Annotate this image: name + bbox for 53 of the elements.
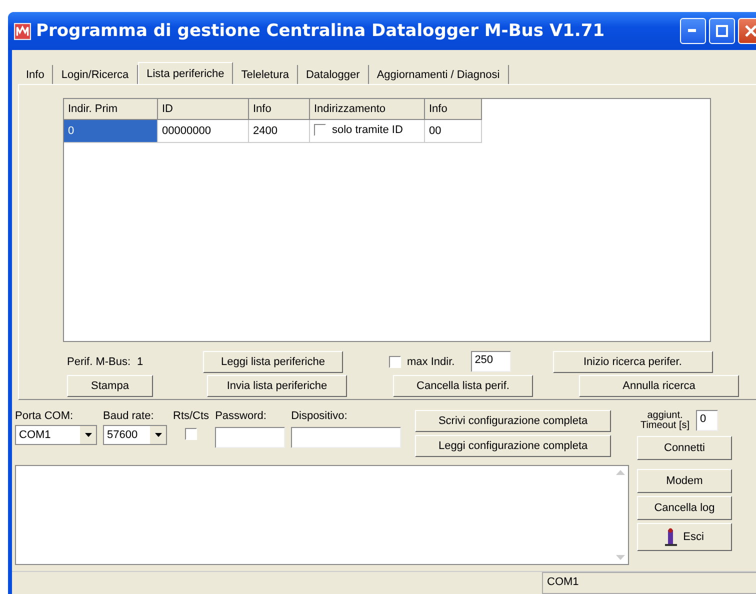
minimize-icon — [688, 29, 698, 33]
dropdown-arrow-icon — [154, 433, 162, 437]
exit-button[interactable]: Esci — [637, 523, 732, 551]
timeout-label: aggiunt. Timeout [s] — [639, 410, 691, 430]
window-title: Programma di gestione Centralina Datalogger M-Bus V1.71 — [36, 21, 606, 41]
rts-cts-label: Rts/Cts — [173, 410, 210, 422]
port-label: Porta COM: — [15, 410, 74, 422]
status-port: COM1 — [542, 572, 756, 594]
start-search-button[interactable]: Inizio ricerca perifer. — [552, 350, 713, 372]
read-list-button[interactable]: Leggi lista periferiche — [203, 350, 343, 372]
baud-rate-label: Baud rate: — [103, 410, 155, 422]
app-icon — [14, 22, 31, 40]
device-label: Dispositivo: — [291, 410, 348, 422]
port-dropdown[interactable]: COM1 — [15, 425, 97, 445]
column-header: Indirizzamento — [310, 99, 424, 120]
checkbox[interactable] — [389, 356, 401, 368]
side-button[interactable]: Connetti — [637, 436, 732, 460]
close-icon — [745, 25, 756, 37]
checkbox-label: solo tramite ID — [332, 124, 403, 136]
column-header: Info — [248, 99, 310, 120]
write-config-button[interactable]: Scrivi configurazione completa — [415, 410, 612, 432]
scroll-up-icon — [616, 470, 624, 475]
maximize-button[interactable] — [709, 18, 735, 44]
dropdown-arrow-icon — [84, 433, 92, 437]
password-label: Password: — [215, 410, 268, 422]
table-cell: 00 — [424, 120, 482, 142]
cancel-search-button[interactable]: Annulla ricerca — [579, 374, 739, 396]
device-count: 1 — [137, 356, 144, 368]
baud-rate-dropdown[interactable]: 57600 — [103, 425, 167, 445]
table-cell: 00000000 — [158, 120, 248, 142]
column-header: Info — [424, 99, 482, 120]
scroll-down-icon — [616, 555, 624, 560]
clear-list-button[interactable]: Cancella lista perif. — [393, 374, 533, 396]
password-field[interactable] — [215, 427, 286, 448]
tab[interactable]: Lista periferiche — [138, 62, 234, 84]
column-header: ID — [158, 99, 248, 120]
print-button[interactable]: Stampa — [67, 374, 153, 396]
read-config-button[interactable]: Leggi configurazione completa — [415, 435, 612, 457]
send-list-button[interactable]: Invia lista periferiche — [207, 374, 347, 396]
device-field[interactable] — [291, 427, 402, 448]
timeout-field[interactable]: 0 — [696, 410, 718, 431]
side-button[interactable]: Modem — [637, 469, 732, 493]
maximize-icon — [716, 25, 728, 37]
side-button[interactable]: Cancella log — [637, 496, 732, 520]
checkbox-label: max Indir. — [407, 356, 455, 368]
max-address-field[interactable]: 250 — [470, 351, 511, 372]
checkbox[interactable] — [185, 428, 198, 440]
door-person-icon — [665, 528, 678, 546]
device-count-label: Perif. M-Bus: — [67, 356, 132, 368]
column-header: Indir. Prim — [64, 99, 158, 120]
minimize-button[interactable] — [680, 18, 706, 44]
table-cell: 2400 — [248, 120, 310, 142]
table-cell: 0 — [64, 120, 158, 142]
